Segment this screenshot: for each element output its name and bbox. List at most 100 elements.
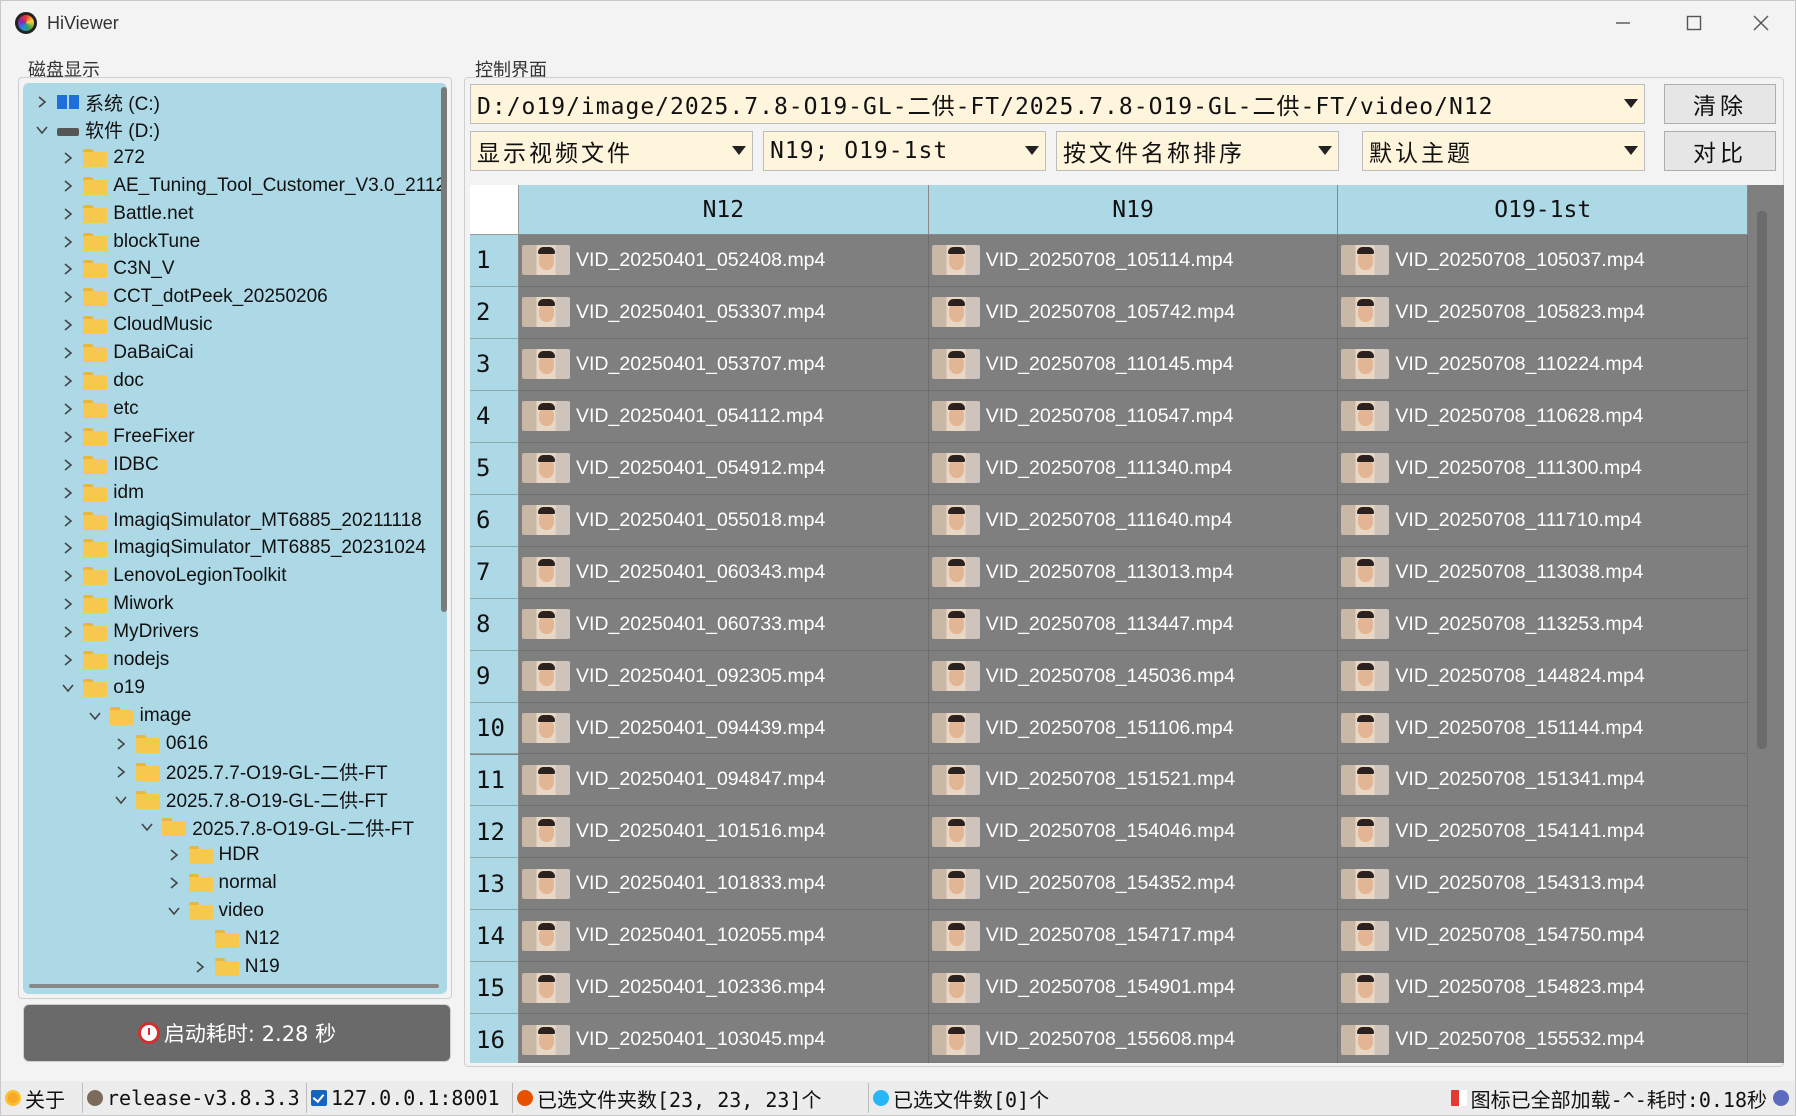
tree-item[interactable]: HDR (165, 841, 260, 869)
file-cell[interactable]: VID_20250708_154750.mp4 (1338, 910, 1749, 963)
file-cell[interactable]: VID_20250708_110224.mp4 (1338, 338, 1749, 391)
row-header[interactable]: 1 (470, 235, 519, 287)
chevron-down-icon[interactable] (138, 818, 156, 836)
chevron-right-icon[interactable] (112, 735, 130, 753)
chevron-right-icon[interactable] (59, 316, 77, 334)
file-cell[interactable]: VID_20250708_151106.mp4 (928, 702, 1339, 755)
row-header[interactable]: 14 (470, 910, 519, 963)
chevron-right-icon[interactable] (59, 372, 77, 390)
tree-item[interactable]: 软件 (D:) (33, 116, 160, 144)
close-button[interactable] (1726, 1, 1796, 45)
chevron-right-icon[interactable] (59, 484, 77, 502)
tree-item[interactable]: idm (59, 479, 144, 507)
minimize-button[interactable] (1588, 1, 1658, 45)
chevron-right-icon[interactable] (165, 874, 183, 892)
chevron-right-icon[interactable] (59, 651, 77, 669)
tree-item[interactable]: ImagiqSimulator_MT6885_20211118 (59, 507, 422, 535)
column-header[interactable]: N12 (519, 185, 929, 235)
file-cell[interactable]: VID_20250401_060343.mp4 (519, 546, 929, 599)
folder-tree[interactable]: 系统 (C:) 软件 (D:) 272 AE_Tuning_Tool_Customer… (23, 83, 447, 994)
tree-item[interactable]: 2025.7.8-O19-GL-二供-FT (112, 786, 388, 814)
about-button[interactable]: 关于 (1, 1083, 83, 1113)
file-cell[interactable]: VID_20250708_111640.mp4 (928, 494, 1339, 547)
chevron-right-icon[interactable] (59, 595, 77, 613)
theme-combobox[interactable]: 默认主题 (1362, 131, 1645, 171)
file-cell[interactable]: VID_20250708_154823.mp4 (1338, 962, 1749, 1015)
file-cell[interactable]: VID_20250401_094847.mp4 (519, 754, 929, 807)
tree-item[interactable]: FreeFixer (59, 423, 195, 451)
file-cell[interactable]: VID_20250708_110145.mp4 (928, 338, 1339, 391)
row-header[interactable]: 8 (470, 598, 519, 651)
file-filter-combobox[interactable]: 显示视频文件 (470, 131, 753, 171)
file-cell[interactable]: VID_20250401_053707.mp4 (519, 338, 929, 391)
file-cell[interactable]: VID_20250401_094439.mp4 (519, 702, 929, 755)
file-cell[interactable]: VID_20250401_054912.mp4 (519, 442, 929, 495)
file-cell[interactable]: VID_20250708_110628.mp4 (1338, 390, 1749, 443)
chevron-right-icon[interactable] (191, 958, 209, 976)
chevron-right-icon[interactable] (59, 205, 77, 223)
tree-item[interactable]: CCT_dotPeek_20250206 (59, 283, 328, 311)
file-cell[interactable]: VID_20250708_154352.mp4 (928, 858, 1339, 911)
tree-item[interactable]: CloudMusic (59, 311, 213, 339)
file-cell[interactable]: VID_20250708_111340.mp4 (928, 442, 1339, 495)
file-cell[interactable]: VID_20250401_054112.mp4 (519, 390, 929, 443)
row-header[interactable]: 10 (470, 702, 519, 755)
file-cell[interactable]: VID_20250708_145036.mp4 (928, 650, 1339, 703)
chevron-right-icon[interactable] (112, 763, 130, 781)
startup-time-button[interactable]: 启动耗时: 2.28 秒 (23, 1004, 451, 1062)
file-cell[interactable]: VID_20250708_105037.mp4 (1338, 235, 1749, 287)
row-header[interactable]: 2 (470, 286, 519, 339)
chevron-right-icon[interactable] (33, 93, 51, 111)
tree-item[interactable]: Miwork (59, 590, 173, 618)
file-cell[interactable]: VID_20250708_151144.mp4 (1338, 702, 1749, 755)
file-cell[interactable]: VID_20250401_092305.mp4 (519, 650, 929, 703)
file-cell[interactable]: VID_20250708_151341.mp4 (1338, 754, 1749, 807)
chevron-down-icon[interactable] (86, 707, 104, 725)
tree-item[interactable]: etc (59, 395, 139, 423)
selected-folders-status[interactable]: 已选文件夹数[23, 23, 23]个 (513, 1083, 869, 1113)
chevron-right-icon[interactable] (59, 288, 77, 306)
column-header[interactable]: N19 (928, 185, 1339, 235)
row-header[interactable]: 6 (470, 494, 519, 547)
file-cell[interactable]: VID_20250401_052408.mp4 (519, 235, 929, 287)
file-cell[interactable]: VID_20250708_151521.mp4 (928, 754, 1339, 807)
row-header[interactable]: 4 (470, 390, 519, 443)
file-cell[interactable]: VID_20250708_113447.mp4 (928, 598, 1339, 651)
tree-item[interactable]: 系统 (C:) (33, 88, 160, 116)
chevron-right-icon[interactable] (59, 400, 77, 418)
maximize-button[interactable] (1659, 1, 1729, 45)
tree-item[interactable]: C3N_V (59, 255, 175, 283)
file-cell[interactable]: VID_20250401_060733.mp4 (519, 598, 929, 651)
row-header[interactable]: 9 (470, 650, 519, 703)
file-compare-table[interactable]: N12 N19 O19-1st 1 VID_20250401_052408.mp4 VID… (470, 185, 1784, 1063)
file-cell[interactable]: VID_20250708_111300.mp4 (1338, 442, 1749, 495)
row-header[interactable]: 15 (470, 962, 519, 1015)
chevron-down-icon[interactable] (112, 791, 130, 809)
row-header[interactable]: 7 (470, 546, 519, 599)
row-header[interactable]: 5 (470, 442, 519, 495)
file-cell[interactable]: VID_20250708_105114.mp4 (928, 235, 1339, 287)
column-header[interactable]: O19-1st (1338, 185, 1749, 235)
file-cell[interactable]: VID_20250708_154046.mp4 (928, 806, 1339, 859)
file-cell[interactable]: VID_20250401_103045.mp4 (519, 1014, 929, 1063)
tree-item[interactable]: LenovoLegionToolkit (59, 562, 287, 590)
row-header[interactable]: 3 (470, 338, 519, 391)
chevron-right-icon[interactable] (59, 233, 77, 251)
tree-item[interactable]: ImagiqSimulator_MT6885_20231024 (59, 534, 426, 562)
tree-item[interactable]: normal (165, 869, 277, 897)
file-cell[interactable]: VID_20250401_101516.mp4 (519, 806, 929, 859)
tree-item[interactable]: nodejs (59, 646, 169, 674)
row-header[interactable]: 13 (470, 858, 519, 911)
chevron-right-icon[interactable] (59, 623, 77, 641)
tree-vertical-scrollbar[interactable] (441, 87, 447, 612)
tree-item[interactable]: blockTune (59, 228, 200, 256)
tree-item[interactable]: N19 (191, 953, 280, 981)
file-cell[interactable]: VID_20250708_155608.mp4 (929, 1014, 1339, 1063)
file-cell[interactable]: VID_20250401_055018.mp4 (519, 494, 929, 547)
table-vertical-scrollbar[interactable] (1757, 211, 1767, 749)
compare-button[interactable]: 对比 (1664, 131, 1776, 171)
tree-item[interactable]: Battle.net (59, 200, 194, 228)
row-header[interactable]: 16 (470, 1014, 519, 1063)
file-cell[interactable]: VID_20250708_113253.mp4 (1338, 598, 1749, 651)
tree-item[interactable]: doc (59, 367, 144, 395)
